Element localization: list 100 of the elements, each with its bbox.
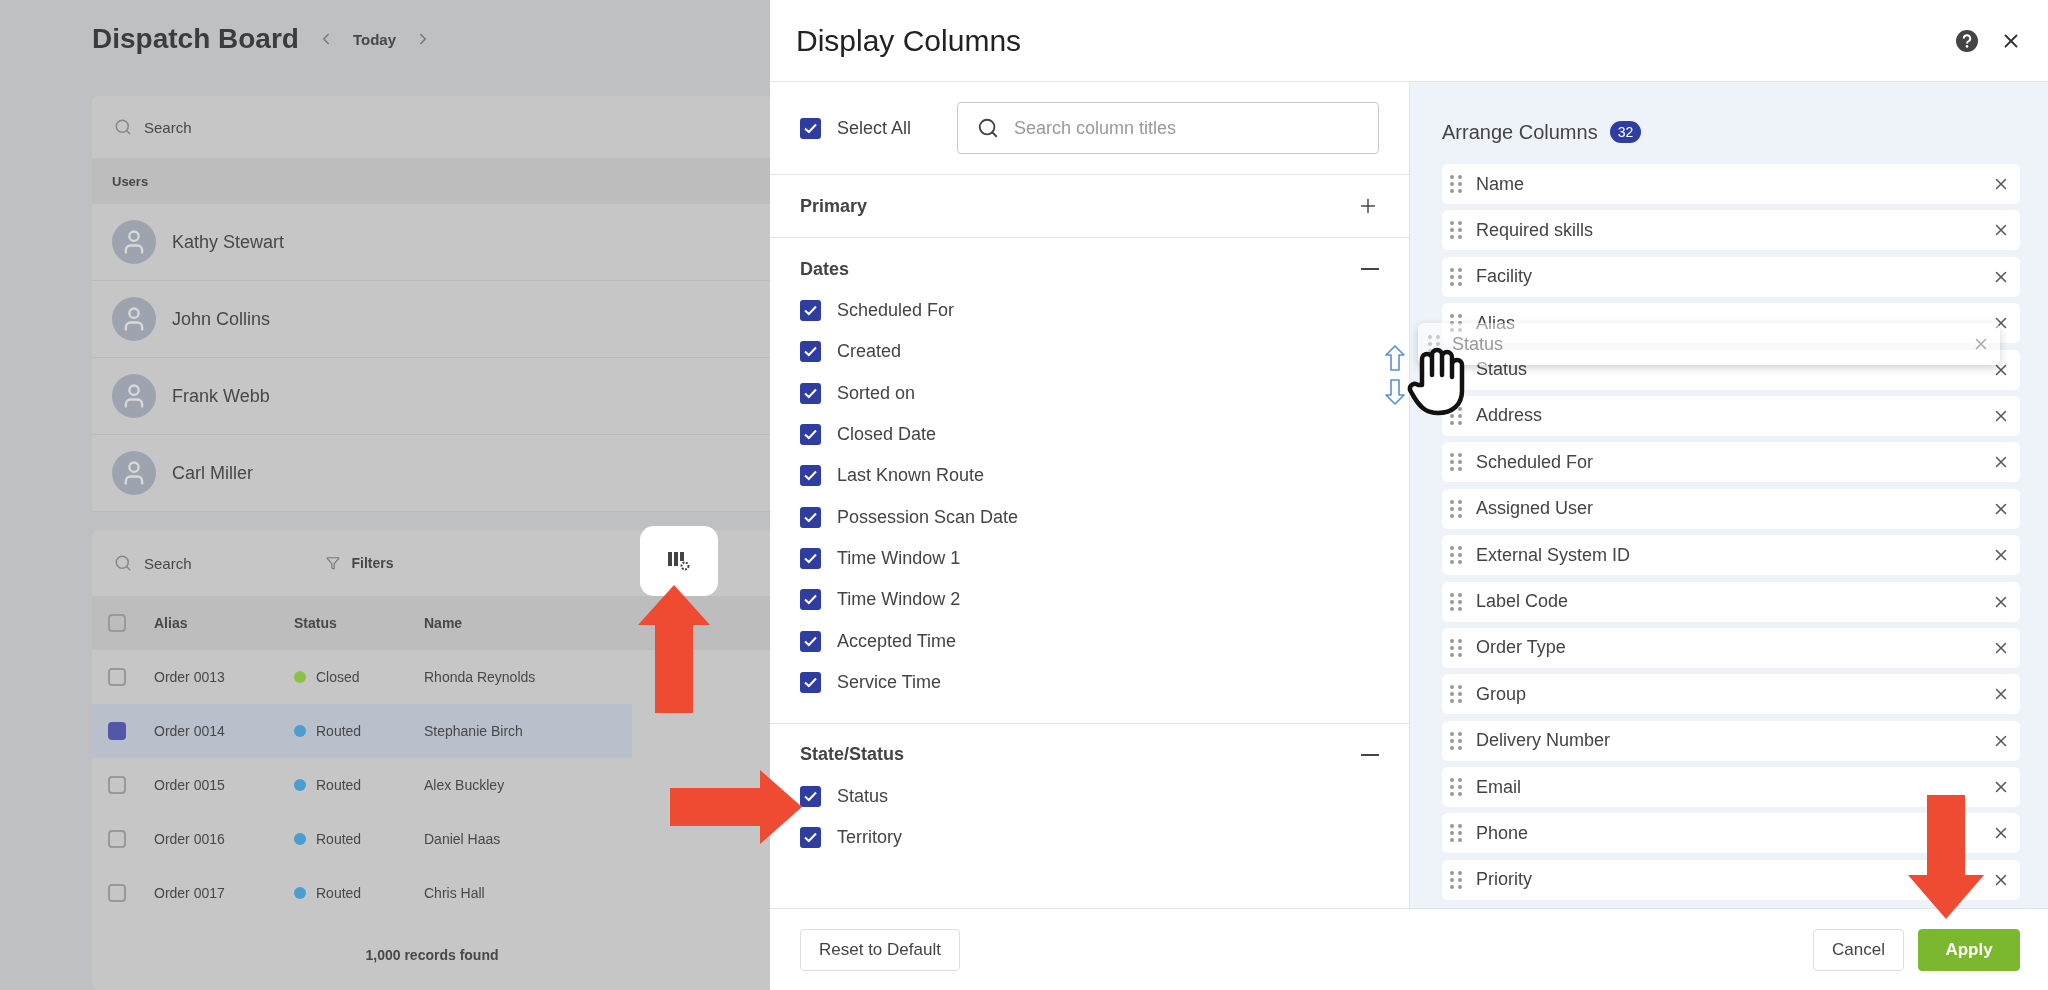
- drag-handle-icon[interactable]: [1450, 592, 1462, 611]
- search-placeholder[interactable]: Search: [144, 118, 192, 136]
- column-checkbox[interactable]: Sorted on: [800, 382, 916, 404]
- panel-title: Arrange Columns: [1442, 120, 1598, 144]
- drag-handle-icon[interactable]: [1428, 335, 1440, 353]
- drag-handle-icon[interactable]: [1450, 267, 1462, 286]
- checkbox[interactable]: [800, 547, 821, 569]
- drag-handle-icon[interactable]: [1450, 870, 1462, 889]
- column-checkbox[interactable]: Territory: [800, 827, 902, 849]
- column-list-item[interactable]: Required skills: [1442, 210, 2020, 251]
- down-arrow-icon: [1383, 378, 1407, 406]
- checkbox[interactable]: [800, 382, 821, 404]
- column-name: Order Type: [1476, 637, 1567, 659]
- column-list-item[interactable]: Order Type: [1442, 627, 2020, 668]
- column-list-item[interactable]: Facility: [1442, 256, 2020, 297]
- table-row[interactable]: Order 0015 Routed Alex Buckley: [92, 758, 632, 812]
- checkbox[interactable]: [108, 884, 126, 902]
- column-checkbox[interactable]: Scheduled For: [800, 300, 955, 322]
- column-checkbox[interactable]: Created: [800, 341, 902, 363]
- select-all-checkbox[interactable]: Select All: [800, 117, 912, 139]
- drag-handle-icon[interactable]: [1450, 221, 1462, 240]
- up-arrow-icon: [1383, 344, 1407, 372]
- help-icon[interactable]: [1956, 29, 1978, 52]
- search-field[interactable]: Search column titles: [957, 102, 1379, 154]
- column-checkbox[interactable]: Status: [800, 786, 889, 808]
- drag-handle-icon[interactable]: [1450, 685, 1462, 704]
- table-cell-text: Order 0014: [154, 723, 226, 739]
- column-list-item[interactable]: Address: [1442, 395, 2020, 436]
- drag-handle-icon[interactable]: [1450, 499, 1462, 518]
- checkbox[interactable]: [108, 830, 126, 848]
- cancel-button[interactable]: Cancel: [1813, 928, 1904, 971]
- check-icon: [804, 791, 817, 803]
- table-cell: Routed: [316, 885, 362, 901]
- checkbox[interactable]: [108, 722, 126, 740]
- column-checkbox[interactable]: Possession Scan Date: [800, 506, 1019, 528]
- checkbox[interactable]: [800, 827, 821, 849]
- drag-handle-icon[interactable]: [1450, 453, 1462, 472]
- column-list-item[interactable]: Assigned User: [1442, 488, 2020, 529]
- checkbox[interactable]: [800, 589, 821, 611]
- column-name: Email: [1476, 776, 1522, 798]
- drag-handle-icon[interactable]: [1450, 175, 1462, 193]
- column-checkbox[interactable]: Closed Date: [800, 424, 937, 446]
- checkbox[interactable]: [800, 630, 821, 652]
- checkbox[interactable]: [800, 671, 821, 693]
- drag-handle-icon[interactable]: [1450, 546, 1462, 565]
- column-list-item[interactable]: Delivery Number: [1442, 720, 2020, 761]
- user-name: Kathy Stewart: [172, 231, 285, 253]
- table-row[interactable]: Order 0016 Routed Daniel Haas: [92, 812, 632, 866]
- column-name: Label Code: [1476, 591, 1570, 612]
- count-badge: 32: [1609, 121, 1642, 143]
- column-list-item[interactable]: Label Code: [1442, 581, 2020, 622]
- check-icon: [804, 552, 817, 564]
- checkbox[interactable]: [800, 424, 821, 446]
- checkbox[interactable]: [800, 341, 821, 363]
- table-cell: Routed: [316, 831, 362, 847]
- checkbox[interactable]: [800, 786, 821, 808]
- column-name: Name: [1476, 173, 1525, 195]
- drag-handle-icon[interactable]: [1450, 638, 1462, 657]
- column-checkbox[interactable]: Time Window 2: [800, 589, 961, 611]
- table-row[interactable]: Order 0017 Routed Chris Hall: [92, 866, 632, 920]
- drag-handle-icon[interactable]: [1450, 778, 1462, 797]
- checkbox[interactable]: [800, 506, 821, 528]
- column-list-item[interactable]: Email: [1442, 767, 2020, 808]
- column-list-item[interactable]: Group: [1442, 674, 2020, 715]
- drag-handle-icon[interactable]: [1450, 406, 1462, 425]
- column-list-item[interactable]: Name: [1442, 164, 2020, 204]
- table-cell-text: Order 0017: [154, 885, 226, 901]
- checkbox[interactable]: [800, 465, 821, 487]
- drag-handle-icon[interactable]: [1450, 731, 1462, 750]
- checkbox[interactable]: [800, 300, 821, 322]
- section-header[interactable]: Dates: [800, 256, 1379, 282]
- check-icon: [804, 511, 817, 523]
- drag-handle-icon[interactable]: [1450, 824, 1462, 843]
- check-icon: [804, 387, 817, 399]
- search-placeholder[interactable]: Search: [144, 554, 192, 572]
- section-header[interactable]: State/Status: [800, 741, 1379, 768]
- section-header[interactable]: Primary: [800, 193, 1379, 219]
- checkbox[interactable]: [108, 668, 126, 686]
- column-list-item[interactable]: Priority: [1442, 859, 2020, 900]
- column-name: Delivery Number: [1476, 730, 1612, 752]
- checkbox[interactable]: [108, 614, 126, 632]
- checkbox[interactable]: [800, 117, 821, 139]
- column-list-item[interactable]: Scheduled For: [1442, 442, 2020, 483]
- column-name: Priority: [1476, 869, 1533, 891]
- column-list-item[interactable]: Phone: [1442, 813, 2020, 854]
- filters-button[interactable]: Filters: [351, 555, 394, 571]
- column-settings-button[interactable]: [640, 526, 718, 596]
- column-list-item[interactable]: External System ID: [1442, 535, 2020, 576]
- column-name: Assigned User: [1476, 498, 1595, 520]
- column-name: Address: [1476, 405, 1544, 427]
- column-checkbox[interactable]: Time Window 1: [800, 547, 961, 569]
- checkbox[interactable]: [108, 776, 126, 794]
- column-name: Scheduled For: [1476, 451, 1595, 473]
- reset-button[interactable]: Reset to Default: [800, 928, 960, 971]
- table-row[interactable]: Order 0013 Closed Rhonda Reynolds: [92, 650, 632, 704]
- column-checkbox[interactable]: Service Time: [800, 671, 942, 693]
- table-row[interactable]: Order 0014 Routed Stephanie Birch: [92, 704, 632, 758]
- column-checkbox[interactable]: Last Known Route: [800, 465, 985, 487]
- drag-handle-icon[interactable]: [1450, 314, 1462, 333]
- column-checkbox[interactable]: Accepted Time: [800, 630, 957, 652]
